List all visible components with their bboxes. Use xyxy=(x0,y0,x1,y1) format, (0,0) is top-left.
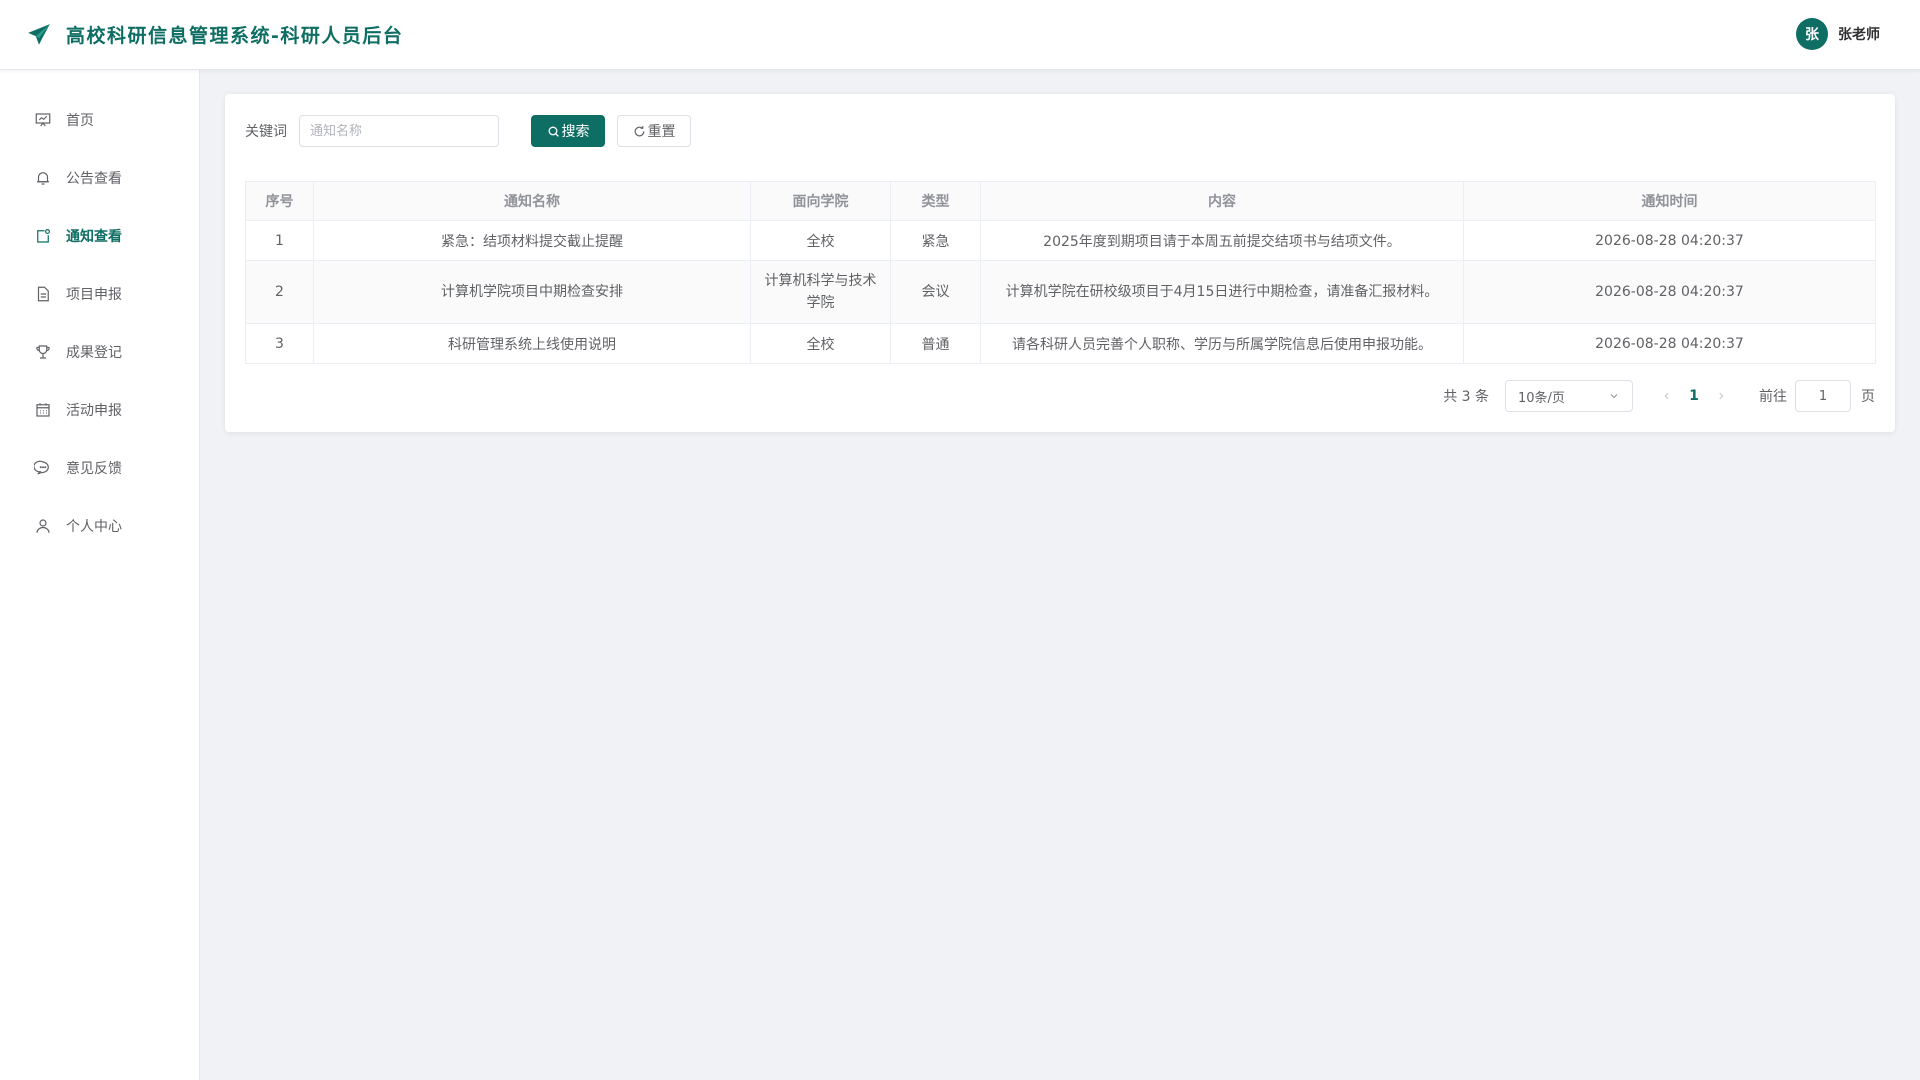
search-bar: 关键词 搜索 重置 xyxy=(245,115,691,147)
app-title: 高校科研信息管理系统-科研人员后台 xyxy=(66,25,404,47)
prev-page-button[interactable] xyxy=(1657,386,1677,406)
sidebar: 首页 公告查看 通知查看 项目申报 成果登记 活动申报 意见反馈 个人中心 xyxy=(0,70,200,1080)
column-header: 内容 xyxy=(980,181,1464,221)
sidebar-item-label: 项目申报 xyxy=(66,287,122,303)
sidebar-item-home[interactable]: 首页 xyxy=(0,91,199,149)
total-count: 共 3 条 xyxy=(1443,389,1489,405)
page-size-select[interactable]: 10条/页 xyxy=(1505,380,1633,412)
table-cell: 计算机学院在研校级项目于4月15日进行中期检查，请准备汇报材料。 xyxy=(980,260,1464,324)
user-icon xyxy=(36,519,50,533)
table-cell: 2026-08-28 04:20:37 xyxy=(1463,260,1876,324)
message-notification-icon xyxy=(37,229,50,243)
sidebar-item-label: 首页 xyxy=(66,113,94,129)
presentation-icon xyxy=(35,113,51,127)
user-menu[interactable]: 张 张老师 xyxy=(1796,18,1880,50)
sidebar-item-notifications[interactable]: 通知查看 xyxy=(0,207,199,265)
keyword-label: 关键词 xyxy=(245,124,287,140)
sidebar-item-profile[interactable]: 个人中心 xyxy=(0,497,199,555)
keyword-input[interactable] xyxy=(299,115,499,147)
sidebar-item-achievements[interactable]: 成果登记 xyxy=(0,323,199,381)
table-cell: 请各科研人员完善个人职称、学历与所属学院信息后使用申报功能。 xyxy=(980,323,1464,364)
refresh-icon xyxy=(634,125,644,136)
sidebar-item-announcements[interactable]: 公告查看 xyxy=(0,149,199,207)
brand: 高校科研信息管理系统-科研人员后台 xyxy=(0,21,403,48)
table-cell: 2026-08-28 04:20:37 xyxy=(1463,323,1876,364)
chevron-left-icon xyxy=(1664,392,1669,400)
user-name[interactable]: 张老师 xyxy=(1838,24,1880,44)
table-cell: 紧急 xyxy=(890,220,981,261)
table-cell: 1 xyxy=(245,220,314,261)
table-row[interactable]: 1 紧急：结项材料提交截止提醒 全校 紧急 2025年度到期项目请于本周五前提交… xyxy=(245,220,1876,261)
search-button-label: 搜索 xyxy=(561,124,590,140)
column-header: 通知名称 xyxy=(313,181,751,221)
table-header-row: 序号 通知名称 面向学院 类型 内容 通知时间 xyxy=(245,181,1876,221)
table-row[interactable]: 3 科研管理系统上线使用说明 全校 普通 请各科研人员完善个人职称、学历与所属学… xyxy=(245,323,1876,364)
sidebar-item-label: 公告查看 xyxy=(66,171,122,187)
sidebar-item-feedback[interactable]: 意见反馈 xyxy=(0,439,199,497)
sidebar-item-activities[interactable]: 活动申报 xyxy=(0,381,199,439)
column-header: 通知时间 xyxy=(1463,181,1876,221)
calendar-icon xyxy=(36,403,50,417)
column-header: 序号 xyxy=(245,181,314,221)
avatar[interactable]: 张 xyxy=(1796,18,1828,50)
table-cell: 全校 xyxy=(750,323,891,364)
next-page-button[interactable] xyxy=(1711,386,1731,406)
document-icon xyxy=(37,286,49,302)
table-cell: 紧急：结项材料提交截止提醒 xyxy=(313,220,751,261)
column-header: 面向学院 xyxy=(750,181,891,221)
sidebar-item-label: 活动申报 xyxy=(66,403,122,419)
table-cell: 计算机学院项目中期检查安排 xyxy=(313,260,751,324)
pagination: 共 3 条 10条/页 1 前往 页 xyxy=(1443,380,1875,412)
search-icon xyxy=(548,126,559,137)
table-cell: 计算机科学与技术学院 xyxy=(750,260,891,324)
table-cell: 全校 xyxy=(750,220,891,261)
trophy-icon xyxy=(36,345,50,359)
goto-label: 前往 xyxy=(1759,389,1787,405)
chevron-right-icon xyxy=(1719,392,1724,400)
table-cell: 2 xyxy=(245,260,314,324)
app-header: 高校科研信息管理系统-科研人员后台 张 张老师 xyxy=(0,0,1920,70)
table-cell: 3 xyxy=(245,323,314,364)
sidebar-item-project-apply[interactable]: 项目申报 xyxy=(0,265,199,323)
sidebar-item-label: 意见反馈 xyxy=(66,461,122,477)
notification-table: 序号 通知名称 面向学院 类型 内容 通知时间 1 紧急：结项材料提交截止提醒 … xyxy=(245,181,1876,364)
table-cell: 科研管理系统上线使用说明 xyxy=(313,323,751,364)
page-suffix: 页 xyxy=(1861,389,1875,405)
sidebar-item-label: 通知查看 xyxy=(66,229,122,245)
reset-button[interactable]: 重置 xyxy=(617,115,691,147)
page-size-value: 10条/页 xyxy=(1518,390,1565,406)
sidebar-item-label: 成果登记 xyxy=(66,345,122,361)
sidebar-item-label: 个人中心 xyxy=(66,519,122,535)
search-button[interactable]: 搜索 xyxy=(531,115,605,147)
reset-button-label: 重置 xyxy=(647,124,676,140)
chat-bubble-icon xyxy=(34,460,49,475)
column-header: 类型 xyxy=(890,181,981,221)
table-cell: 2025年度到期项目请于本周五前提交结项书与结项文件。 xyxy=(980,220,1464,261)
chevron-down-icon xyxy=(1610,394,1618,399)
paper-plane-icon xyxy=(28,23,50,45)
content-card: 关键词 搜索 重置 序号 通知名称 面向学院 类型 内容 通知时间 xyxy=(225,94,1895,432)
table-cell: 2026-08-28 04:20:37 xyxy=(1463,220,1876,261)
goto-page-input[interactable] xyxy=(1795,380,1851,412)
table-cell: 会议 xyxy=(890,260,981,324)
table-cell: 普通 xyxy=(890,323,981,364)
table-row[interactable]: 2 计算机学院项目中期检查安排 计算机科学与技术学院 会议 计算机学院在研校级项… xyxy=(245,260,1876,324)
page-number-current[interactable]: 1 xyxy=(1677,388,1711,404)
bell-icon xyxy=(37,172,49,185)
